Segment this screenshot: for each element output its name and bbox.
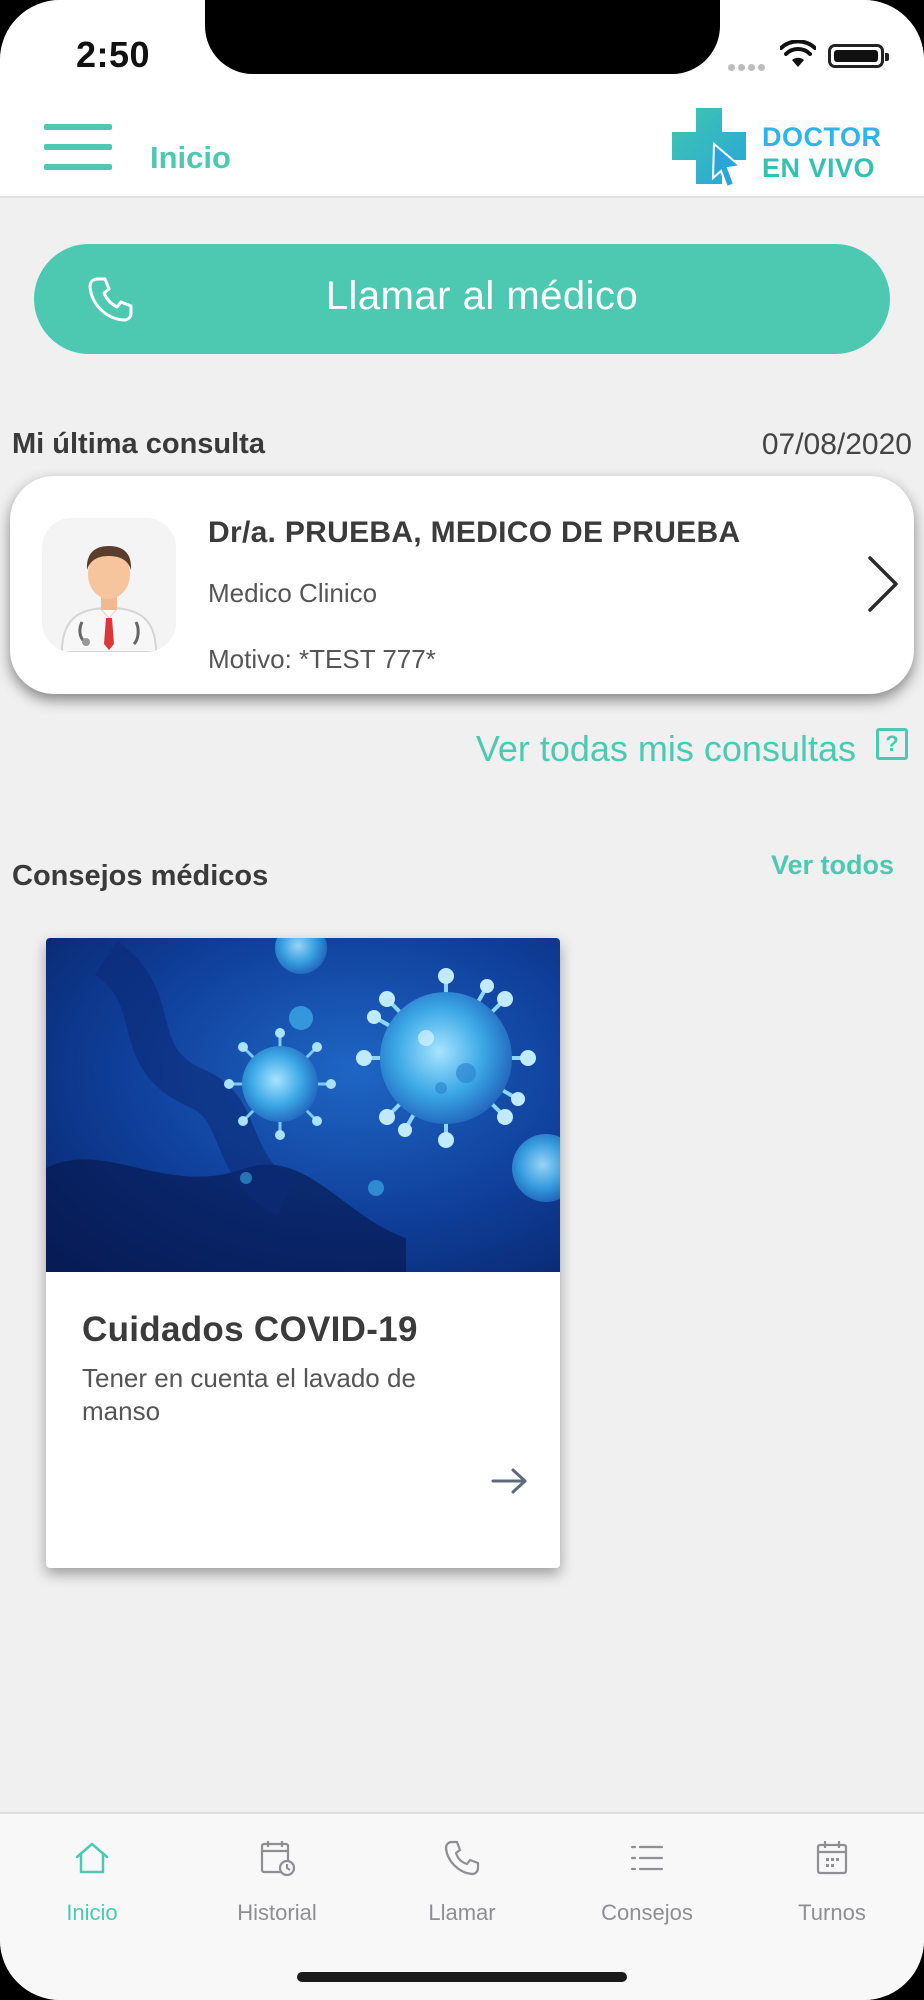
last-consult-card[interactable]: Dr/a. PRUEBA, MEDICO DE PRUEBA Medico Cl… xyxy=(10,476,914,694)
tab-label: Turnos xyxy=(798,1900,866,1925)
app-screen: 2:50 Inicio DOCTOR EN VIVO Llamar al méd… xyxy=(0,0,924,2000)
tab-label: Inicio xyxy=(66,1900,118,1925)
app-header: Inicio DOCTOR EN VIVO xyxy=(0,100,924,198)
tip-description: Tener en cuenta el lavado de manso xyxy=(82,1363,416,1426)
home-indicator[interactable] xyxy=(297,1972,627,1982)
tab-historial[interactable]: Historial xyxy=(185,1814,369,1934)
see-all-tips-link[interactable]: Ver todos xyxy=(771,850,894,881)
last-consult-date: 07/08/2020 xyxy=(761,428,912,461)
logo-text-line2: EN VIVO xyxy=(762,153,876,183)
tab-inicio[interactable]: Inicio xyxy=(0,1814,184,1934)
calendar-icon xyxy=(816,1841,848,1875)
tips-title: Consejos médicos xyxy=(12,860,269,892)
doctor-en-vivo-logo: DOCTOR EN VIVO xyxy=(670,104,900,194)
arrow-right-icon[interactable] xyxy=(490,1466,530,1496)
tab-consejos[interactable]: Consejos xyxy=(555,1814,739,1934)
call-doctor-button[interactable]: Llamar al médico xyxy=(34,244,890,354)
help-icon[interactable]: ? xyxy=(876,728,908,760)
doctor-avatar-icon xyxy=(42,518,176,652)
chevron-right-icon xyxy=(868,556,898,612)
history-icon xyxy=(260,1841,296,1877)
tab-label: Historial xyxy=(237,1900,317,1925)
tab-label: Consejos xyxy=(601,1900,693,1925)
status-bar: 2:50 xyxy=(0,0,924,100)
doctor-specialty: Medico Clinico xyxy=(208,578,378,608)
tab-turnos[interactable]: Turnos xyxy=(740,1814,924,1934)
see-all-consults-link[interactable]: Ver todas mis consultas xyxy=(476,728,856,770)
logo-text: DOCTOR EN VIVO xyxy=(762,122,882,184)
medical-cross-icon xyxy=(672,108,746,189)
phone-icon xyxy=(444,1840,480,1876)
tab-label: Llamar xyxy=(428,1900,496,1925)
tip-title: Cuidados COVID-19 xyxy=(82,1310,418,1349)
logo-text-line1: DOCTOR xyxy=(762,122,882,152)
last-consult-title: Mi última consulta xyxy=(12,428,265,460)
battery-icon xyxy=(828,44,889,68)
home-icon xyxy=(75,1842,109,1874)
tip-image xyxy=(46,938,560,1272)
tab-llamar[interactable]: Llamar xyxy=(370,1814,554,1934)
tip-card[interactable]: Cuidados COVID-19 Tener en cuenta el lav… xyxy=(46,938,560,1568)
device-notch xyxy=(205,0,720,74)
page-title: Inicio xyxy=(150,140,231,175)
doctor-name: Dr/a. PRUEBA, MEDICO DE PRUEBA xyxy=(208,516,741,549)
wifi-icon xyxy=(780,40,816,67)
status-time: 2:50 xyxy=(76,34,151,75)
menu-icon[interactable] xyxy=(44,122,112,172)
cellular-signal-icon xyxy=(728,58,772,71)
consult-reason: Motivo: *TEST 777* xyxy=(208,644,436,674)
list-icon xyxy=(630,1845,664,1871)
call-doctor-label: Llamar al médico xyxy=(325,274,639,318)
doctor-avatar xyxy=(42,518,176,652)
